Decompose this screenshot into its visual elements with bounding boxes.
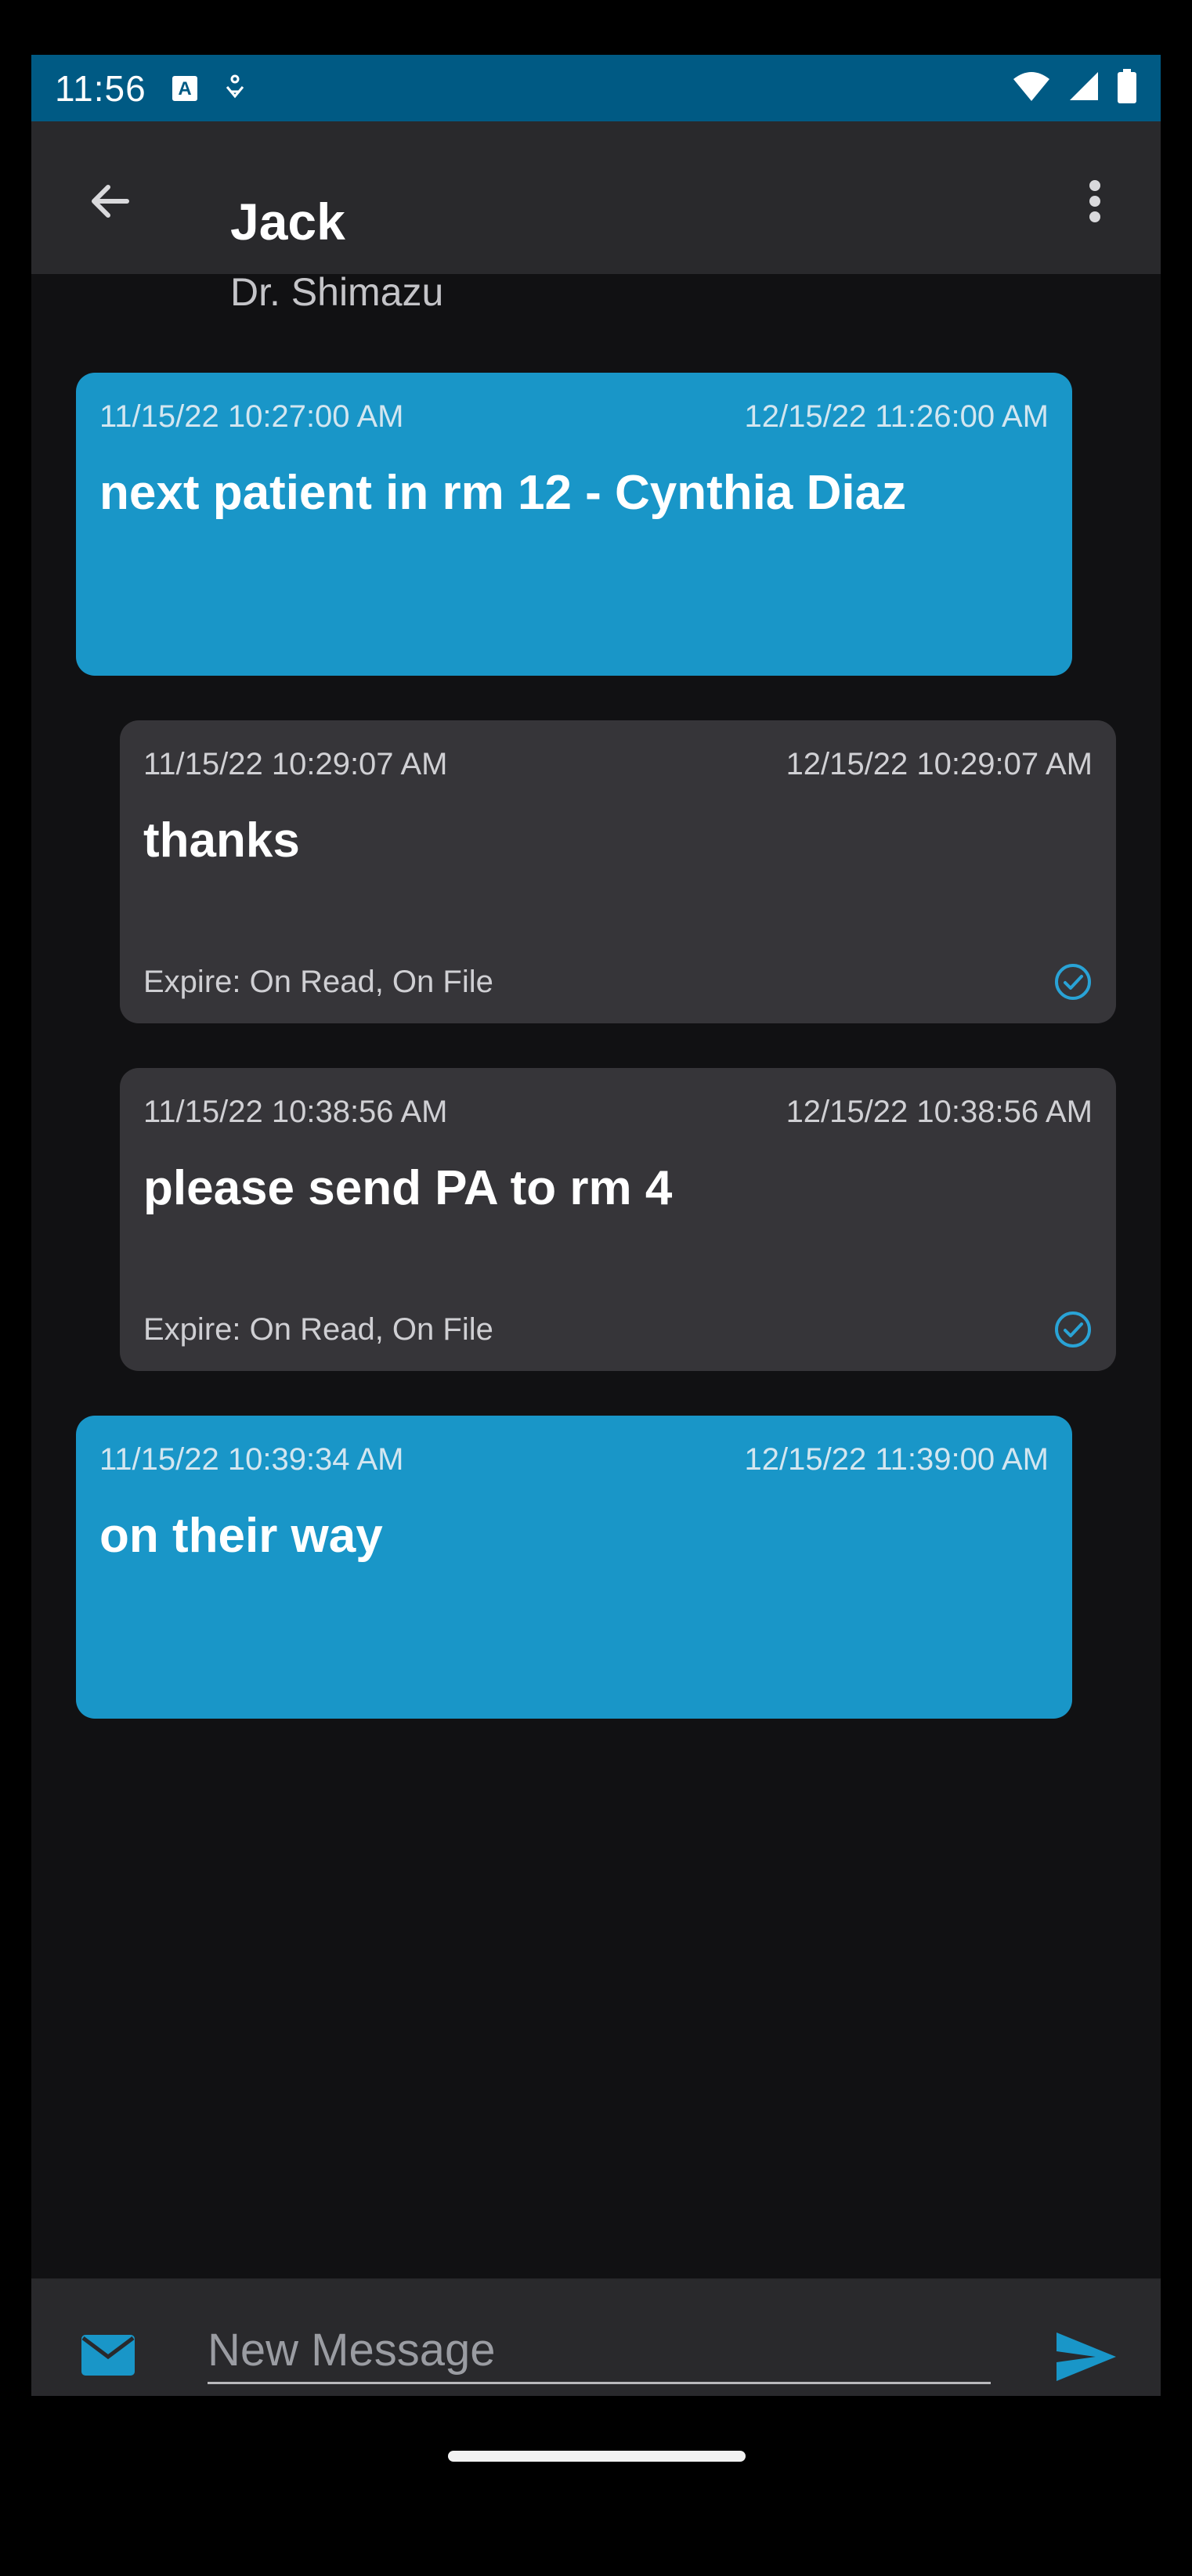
new-message-input[interactable] — [208, 2318, 991, 2384]
message-expire-time: 12/15/22 10:38:56 AM — [786, 1095, 1093, 1129]
contact-name: Jack — [230, 193, 345, 251]
battery-icon — [1117, 69, 1137, 107]
mail-icon[interactable] — [78, 2325, 138, 2385]
contact-subtitle: Dr. Shimazu — [230, 270, 444, 314]
svg-text:A: A — [178, 78, 191, 99]
send-button[interactable] — [1051, 2322, 1122, 2392]
read-check-icon — [1055, 964, 1091, 1000]
back-arrow-icon — [92, 185, 129, 218]
message-bubble-sent[interactable]: 11/15/22 10:27:00 AM 12/15/22 11:26:00 A… — [76, 373, 1072, 676]
message-sent-time: 11/15/22 10:29:07 AM — [143, 747, 448, 781]
message-sent-time: 11/15/22 10:27:00 AM — [99, 399, 404, 434]
signal-icon — [1068, 70, 1100, 106]
status-time: 11:56 — [55, 67, 146, 109]
message-text: next patient in rm 12 - Cynthia Diaz — [99, 466, 907, 520]
status-bar: 11:56 A — [31, 55, 1161, 121]
accessibility-icon — [223, 74, 247, 103]
read-check-icon — [1055, 1311, 1091, 1348]
send-icon — [1057, 2332, 1116, 2381]
conversation-header: Jack Dr. Shimazu — [230, 196, 443, 315]
expire-rule: Expire: On Read, On File — [143, 965, 493, 999]
app-bar: Jack Dr. Shimazu — [31, 121, 1161, 314]
message-bubble-sent[interactable]: 11/15/22 10:39:34 AM 12/15/22 11:39:00 A… — [76, 1416, 1072, 1719]
a-notification-icon: A — [172, 75, 198, 102]
message-text: thanks — [143, 814, 300, 868]
message-bubble-received[interactable]: 11/15/22 10:29:07 AM 12/15/22 10:29:07 A… — [120, 720, 1116, 1023]
message-text: please send PA to rm 4 — [143, 1161, 673, 1215]
message-expire-time: 12/15/22 11:26:00 AM — [744, 399, 1049, 434]
message-sent-time: 11/15/22 10:38:56 AM — [143, 1095, 448, 1129]
overflow-menu-button[interactable] — [1064, 170, 1126, 233]
more-vert-icon — [1089, 180, 1100, 222]
device-frame: 11:56 A Jack Dr. Shimazu 11/15/22 10:27:… — [0, 0, 1192, 2576]
message-sent-time: 11/15/22 10:39:34 AM — [99, 1442, 404, 1477]
expire-rule: Expire: On Read, On File — [143, 1312, 493, 1347]
back-button[interactable] — [78, 170, 141, 233]
wifi-icon — [1012, 70, 1051, 106]
message-expire-time: 12/15/22 10:29:07 AM — [786, 747, 1093, 781]
message-expire-time: 12/15/22 11:39:00 AM — [744, 1442, 1049, 1477]
message-bubble-received[interactable]: 11/15/22 10:38:56 AM 12/15/22 10:38:56 A… — [120, 1068, 1116, 1371]
system-nav-bar — [31, 2396, 1161, 2502]
home-indicator[interactable] — [448, 2451, 746, 2462]
message-text: on their way — [99, 1509, 383, 1563]
screen: 11:56 A Jack Dr. Shimazu 11/15/22 10:27:… — [31, 55, 1161, 2502]
